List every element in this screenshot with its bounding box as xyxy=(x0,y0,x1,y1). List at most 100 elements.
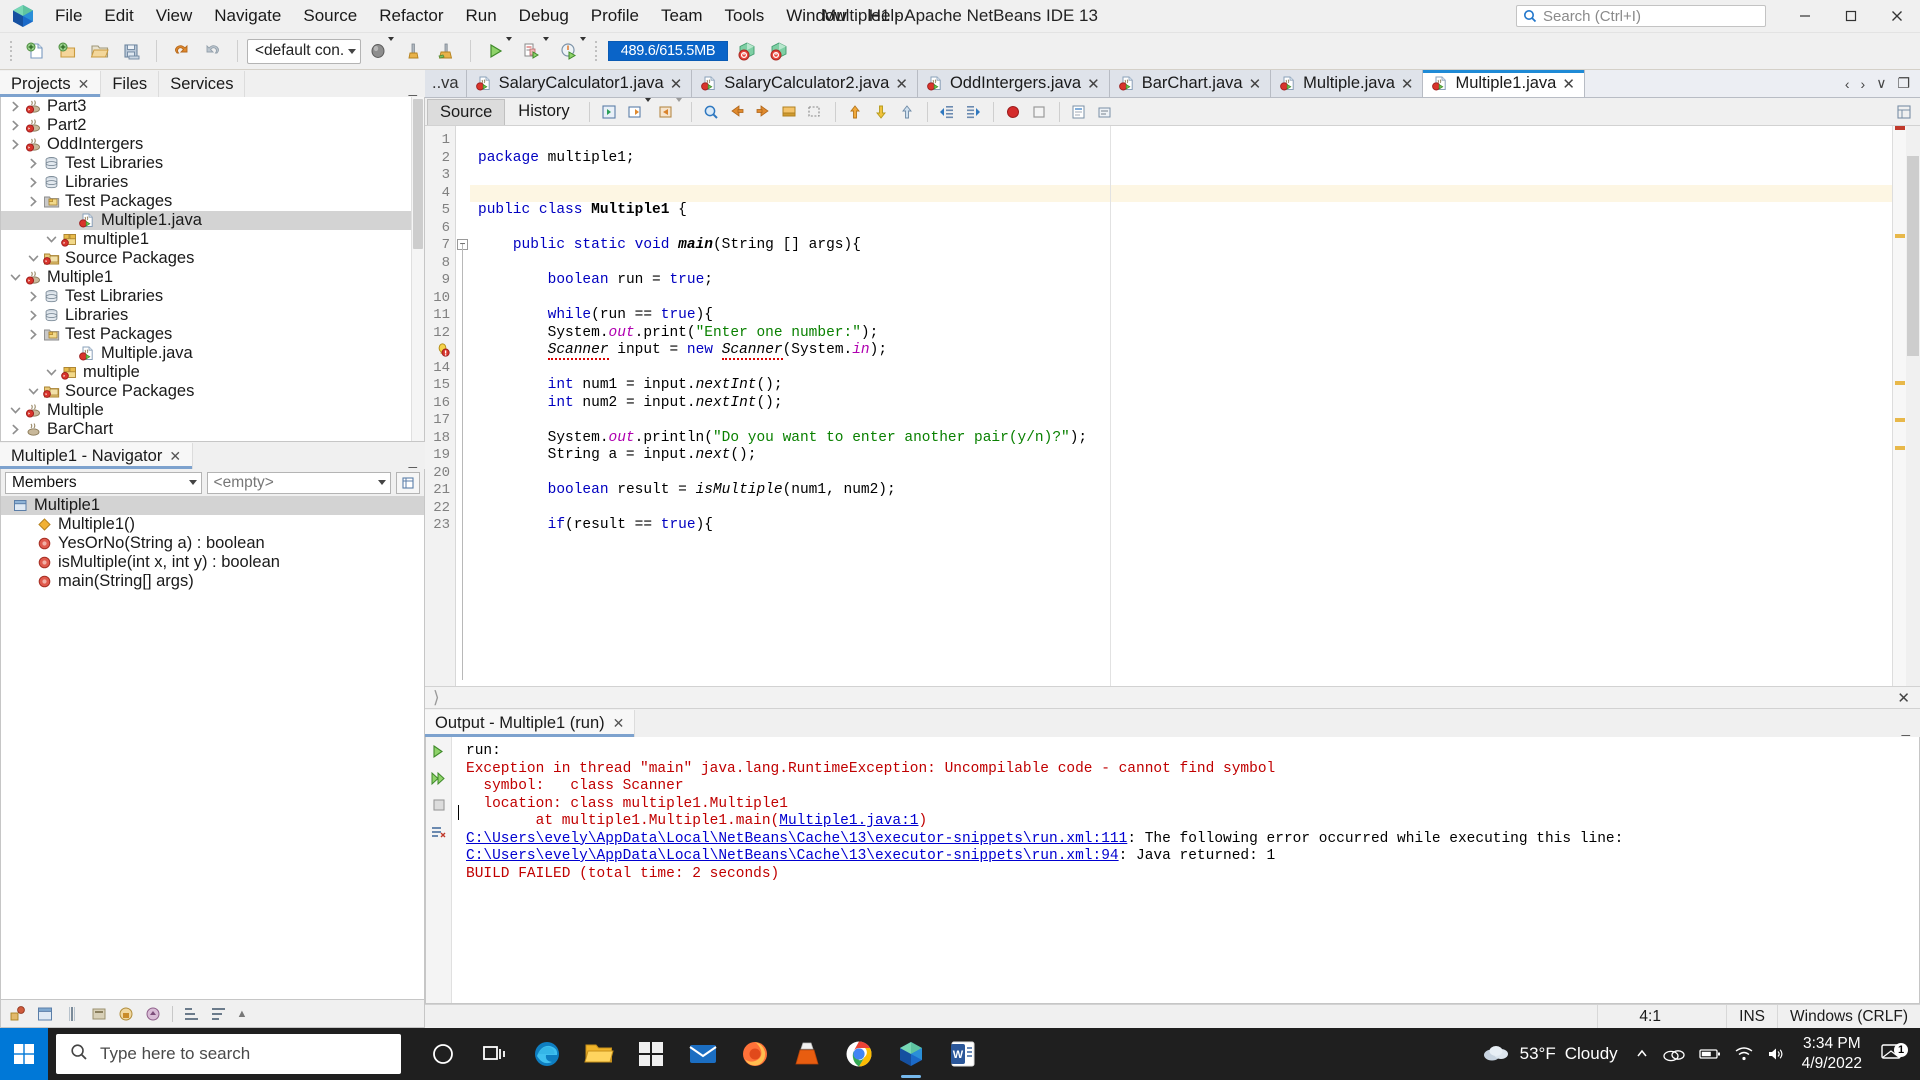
toolbar-grip-2[interactable] xyxy=(595,41,600,61)
find-previous-icon[interactable] xyxy=(725,100,750,124)
output-link[interactable]: C:\Users\evely\AppData\Local\NetBeans\Ca… xyxy=(466,848,1119,864)
editor-tab-barchart-java[interactable]: BarChart.java ✕ xyxy=(1109,70,1272,97)
navigator-item[interactable]: main(String[] args) xyxy=(1,572,424,591)
chrome-icon[interactable] xyxy=(835,1028,883,1080)
members-view-icon[interactable] xyxy=(7,1004,29,1024)
close-icon[interactable]: ✕ xyxy=(1401,75,1414,93)
navigator-item[interactable]: Multiple1() xyxy=(1,515,424,534)
code-line[interactable] xyxy=(470,290,1892,308)
minimize-button[interactable] xyxy=(1782,0,1828,33)
menu-item-profile[interactable]: Profile xyxy=(580,1,650,31)
tree-node-part3[interactable]: Part3 xyxy=(1,97,424,116)
chevron-down-icon[interactable] xyxy=(644,97,651,122)
tree-node-libraries[interactable]: Libraries xyxy=(1,173,424,192)
code-line[interactable] xyxy=(470,220,1892,238)
code-line[interactable]: String a = input.next(); xyxy=(470,447,1892,465)
tree-node-source-packages[interactable]: Source Packages xyxy=(1,249,424,268)
new-file-icon[interactable] xyxy=(21,37,51,65)
code-line[interactable] xyxy=(470,465,1892,483)
menu-item-file[interactable]: File xyxy=(44,1,93,31)
projects-tree-scrollbar[interactable] xyxy=(411,97,424,441)
maximize-editor-icon[interactable]: ❐ xyxy=(1897,75,1910,92)
menu-item-view[interactable]: View xyxy=(145,1,204,31)
projects-tree[interactable]: Part3 Part2 OddIntergers Test Libraries Libr… xyxy=(0,97,425,442)
tab-output-multiple1-run[interactable]: Output - Multiple1 (run) ✕ xyxy=(425,710,636,737)
save-all-icon[interactable] xyxy=(117,37,147,65)
editor-vertical-scrollbar[interactable] xyxy=(1906,126,1920,686)
chevron-right-icon[interactable] xyxy=(7,101,24,112)
navigator-filter-select[interactable]: <empty> xyxy=(206,471,392,494)
stop-icon[interactable] xyxy=(429,795,449,815)
scroll-right-icon[interactable]: › xyxy=(1861,76,1866,92)
stripe-warning-mark-3[interactable] xyxy=(1895,418,1905,422)
code-line[interactable]: boolean run = true; xyxy=(470,272,1892,290)
tree-node-source-packages[interactable]: Source Packages xyxy=(1,382,424,401)
tree-node-part2[interactable]: Part2 xyxy=(1,116,424,135)
code-line[interactable] xyxy=(470,360,1892,378)
close-icon[interactable]: ✕ xyxy=(78,76,90,93)
code-line[interactable]: int num1 = input.nextInt(); xyxy=(470,377,1892,395)
clear-icon[interactable] xyxy=(429,822,449,842)
chevron-right-icon[interactable] xyxy=(7,424,24,435)
chevron-right-icon[interactable] xyxy=(25,177,42,188)
tab-services[interactable]: Services xyxy=(159,71,246,97)
tree-node-test-libraries[interactable]: Test Libraries xyxy=(1,154,424,173)
close-icon[interactable]: ✕ xyxy=(1087,75,1100,93)
code-line[interactable] xyxy=(470,167,1892,185)
code-line[interactable] xyxy=(470,412,1892,430)
close-icon[interactable]: ✕ xyxy=(169,448,181,465)
inherited-filter-icon[interactable] xyxy=(142,1004,164,1024)
editor-tab-multiple1-java[interactable]: Multiple1.java ✕ xyxy=(1423,70,1585,97)
battery-icon[interactable] xyxy=(1692,1028,1728,1080)
maximize-button[interactable] xyxy=(1828,0,1874,33)
output-link[interactable]: Multiple1.java:1 xyxy=(779,813,918,829)
uncomment-icon[interactable] xyxy=(1093,100,1118,124)
word-icon[interactable]: W xyxy=(939,1028,987,1080)
code-line[interactable] xyxy=(470,184,1892,202)
code-editor[interactable]: 12345678910111214151617181920212223 − pa… xyxy=(425,126,1920,686)
chevron-right-icon[interactable] xyxy=(7,139,24,150)
toolbar-grip[interactable] xyxy=(10,41,15,61)
chevron-down-icon[interactable] xyxy=(25,253,42,264)
edge-icon[interactable] xyxy=(523,1028,571,1080)
code-line[interactable]: public class Multiple1 { xyxy=(470,202,1892,220)
menu-item-debug[interactable]: Debug xyxy=(508,1,580,31)
toggle-rect-select-icon[interactable] xyxy=(803,100,828,124)
menu-item-refactor[interactable]: Refactor xyxy=(368,1,454,31)
editor-tab-salarycalculator2-java[interactable]: SalaryCalculator2.java ✕ xyxy=(692,70,918,97)
tree-node-multiple-java[interactable]: Multiple.java xyxy=(1,344,424,363)
code-text-area[interactable]: package multiple1; public class Multiple… xyxy=(470,126,1892,686)
rerun-with-different-params-icon[interactable] xyxy=(429,768,449,788)
menu-item-window[interactable]: Window xyxy=(775,1,857,31)
static-filter-icon[interactable] xyxy=(88,1004,110,1024)
insert-mode[interactable]: INS xyxy=(1726,1005,1777,1028)
chevron-down-icon[interactable] xyxy=(7,272,24,283)
comment-icon[interactable] xyxy=(1067,100,1092,124)
taskbar-search-input[interactable]: Type here to search xyxy=(56,1034,401,1074)
file-explorer-icon[interactable] xyxy=(575,1028,623,1080)
close-button[interactable] xyxy=(1874,0,1920,33)
chevron-right-icon[interactable] xyxy=(25,310,42,321)
find-next-icon[interactable] xyxy=(751,100,776,124)
find-selection-icon[interactable] xyxy=(699,100,724,124)
non-public-filter-icon[interactable] xyxy=(115,1004,137,1024)
windows-start-icon[interactable] xyxy=(0,1028,48,1080)
shift-left-icon[interactable] xyxy=(935,100,960,124)
code-line[interactable] xyxy=(470,500,1892,518)
tab-source[interactable]: Source xyxy=(427,98,506,125)
toggle-highlight-icon[interactable] xyxy=(777,100,802,124)
project-configuration-select[interactable]: <default con... xyxy=(247,38,361,64)
output-link[interactable]: C:\Users\evely\AppData\Local\NetBeans\Ca… xyxy=(466,831,1127,847)
chevron-right-icon[interactable] xyxy=(25,158,42,169)
minimize-pane-icon[interactable]: _ xyxy=(409,80,425,97)
close-icon[interactable]: ✕ xyxy=(670,75,683,93)
code-line[interactable]: System.out.print("Enter one number:"); xyxy=(470,325,1892,343)
menu-item-navigate[interactable]: Navigate xyxy=(203,1,292,31)
code-fold-column[interactable]: − xyxy=(456,126,470,686)
scroll-up-icon[interactable]: ▲ xyxy=(235,1008,249,1020)
tree-node-test-libraries[interactable]: Test Libraries xyxy=(1,287,424,306)
clean-build-icon[interactable] xyxy=(399,37,429,65)
show-hidden-icons-icon[interactable] xyxy=(1628,1028,1656,1080)
navigator-item[interactable]: Multiple1 xyxy=(1,496,424,515)
menu-item-run[interactable]: Run xyxy=(454,1,507,31)
